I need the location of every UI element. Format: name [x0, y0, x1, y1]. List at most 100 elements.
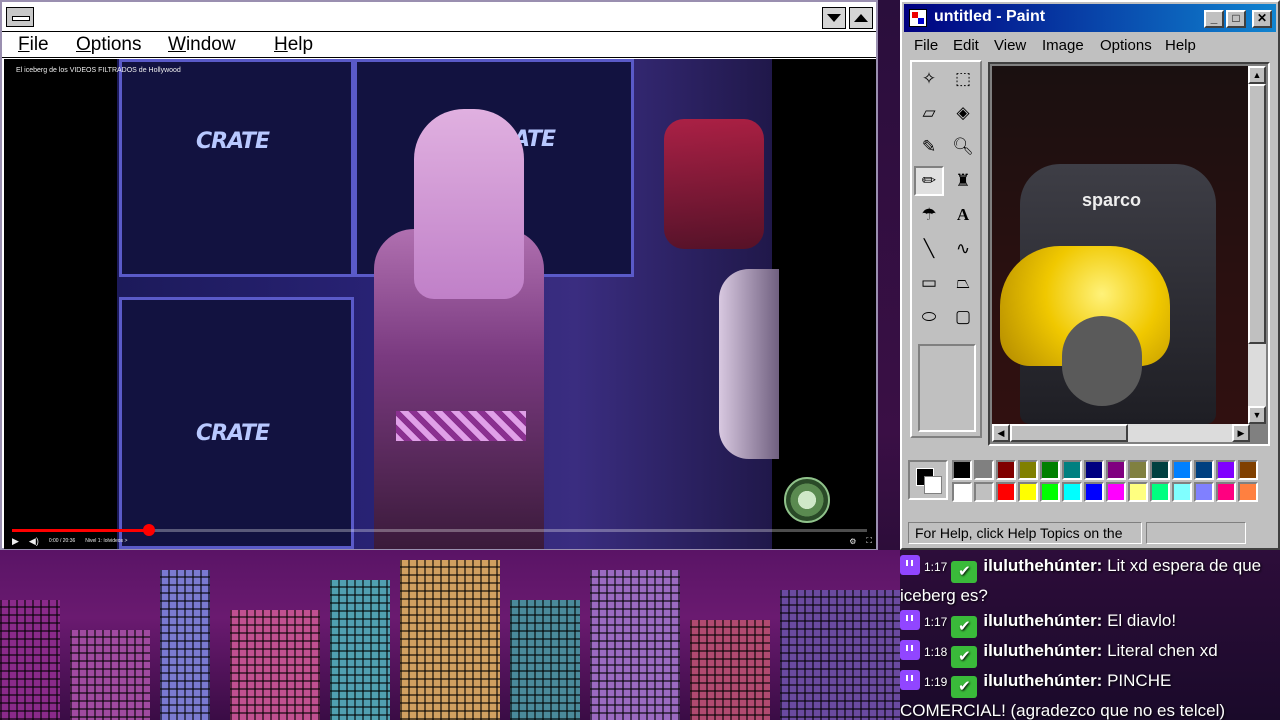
horizontal-scrollbar[interactable]: ◀ ▶	[992, 424, 1250, 442]
amp-cabinet	[119, 59, 354, 277]
pencil-icon[interactable]: ✏	[914, 166, 944, 196]
singer-belt	[396, 411, 526, 441]
paint-canvas[interactable]: sparco	[992, 66, 1250, 424]
color-swatch[interactable]	[1172, 482, 1192, 502]
paint-menu-edit[interactable]: Edit	[953, 37, 979, 54]
paint-menu-image[interactable]: Image	[1042, 37, 1084, 54]
color-swatch[interactable]	[1084, 460, 1104, 480]
chapter-label[interactable]: Nivel 1: íolvideos >	[85, 538, 127, 544]
color-swatch[interactable]	[974, 482, 994, 502]
chat-username[interactable]: iluluthehúnter:	[983, 641, 1102, 660]
color-swatch[interactable]	[1128, 482, 1148, 502]
system-menu-button[interactable]	[6, 7, 34, 27]
chat-timestamp: 1:17	[924, 560, 948, 574]
paint-toolbox: ✧ ⬚ ▱ ◈ ✎ 🔍︎ ✏ ♜ ☂ A ╲ ∿ ▭ ⏢ ⬭ ▢	[910, 60, 982, 438]
polygon-icon[interactable]: ⏢	[948, 268, 978, 298]
checkmark-badge-icon: ✔	[951, 646, 978, 668]
progress-bar[interactable]	[12, 524, 867, 536]
color-swatch[interactable]	[1216, 482, 1236, 502]
paint-menubar: File Edit View Image Options Help	[906, 35, 1274, 57]
time-display: 0:00 / 20:36	[48, 538, 76, 544]
rounded-rect-icon[interactable]: ▢	[948, 302, 978, 332]
chat-message: 1:17 ✔ iluluthehúnter: El diavlo!	[900, 608, 1280, 638]
status-coordinates	[1146, 522, 1246, 544]
stream-scene: File Options Window Help CRATE CRATE CRA…	[0, 0, 1280, 720]
color-swatch[interactable]	[952, 460, 972, 480]
chat-text: Literal chen xd	[1107, 641, 1218, 660]
chat-username[interactable]: iluluthehúnter:	[983, 556, 1102, 575]
play-icon[interactable]: ▶	[12, 536, 19, 547]
color-swatch[interactable]	[1018, 460, 1038, 480]
paint-close-button[interactable]: ✕	[1252, 10, 1272, 28]
color-swatch[interactable]	[1238, 460, 1258, 480]
color-swatch[interactable]	[1172, 460, 1192, 480]
channel-watermark-icon[interactable]	[784, 477, 830, 523]
maximize-icon	[854, 14, 868, 22]
amp-logo: CRATE	[196, 421, 270, 446]
chat-message: 1:18 ✔ iluluthehúnter: Literal chen xd	[900, 638, 1280, 668]
free-select-icon[interactable]: ✧	[914, 64, 944, 94]
settings-icon[interactable]: ⚙	[849, 537, 856, 546]
fill-bucket-icon[interactable]: ◈	[948, 98, 978, 128]
color-swatch[interactable]	[1062, 482, 1082, 502]
tool-options-box[interactable]	[918, 344, 976, 432]
paint-menu-help[interactable]: Help	[1165, 37, 1196, 54]
horizontal-scroll-thumb[interactable]	[1010, 424, 1128, 442]
paint-menu-options[interactable]: Options	[1100, 37, 1152, 54]
color-swatch[interactable]	[974, 460, 994, 480]
paint-menu-file[interactable]: File	[914, 37, 938, 54]
rectangle-icon[interactable]: ▭	[914, 268, 944, 298]
paint-menu-view[interactable]: View	[994, 37, 1026, 54]
color-swatch[interactable]	[1106, 460, 1126, 480]
color-swatch[interactable]	[1194, 482, 1214, 502]
canvas-area: sparco ▲ ▼ ◀ ▶	[988, 62, 1270, 446]
scroll-up-icon[interactable]: ▲	[1248, 66, 1266, 84]
color-swatch[interactable]	[1084, 482, 1104, 502]
background-color[interactable]	[924, 476, 942, 494]
color-swatch[interactable]	[1194, 460, 1214, 480]
color-swatch[interactable]	[1106, 482, 1126, 502]
magnifier-icon[interactable]: 🔍︎	[948, 132, 978, 162]
menu-options[interactable]: Options	[76, 34, 141, 56]
chat-message: 1:17 ✔ iluluthehúnter: Lit xd espera de qu…	[900, 553, 1280, 608]
curve-icon[interactable]: ∿	[948, 234, 978, 264]
paint-maximize-button[interactable]: □	[1226, 10, 1246, 28]
paint-minimize-button[interactable]: _	[1204, 10, 1224, 28]
color-swatch[interactable]	[1238, 482, 1258, 502]
color-swatch[interactable]	[1150, 460, 1170, 480]
airbrush-icon[interactable]: ☂	[914, 200, 944, 230]
color-swatch[interactable]	[1018, 482, 1038, 502]
maximize-button[interactable]	[849, 7, 873, 29]
menu-file[interactable]: File	[18, 34, 49, 56]
fullscreen-icon[interactable]: ⛶	[866, 536, 872, 546]
line-icon[interactable]: ╲	[914, 234, 944, 264]
color-picker-icon[interactable]: ✎	[914, 132, 944, 162]
eraser-icon[interactable]: ▱	[914, 98, 944, 128]
color-swatch[interactable]	[996, 482, 1016, 502]
color-swatch[interactable]	[1150, 482, 1170, 502]
text-tool-icon[interactable]: A	[948, 200, 978, 230]
vertical-scrollbar[interactable]: ▲ ▼	[1248, 66, 1266, 424]
volume-icon[interactable]: ◀)	[29, 536, 39, 547]
color-swatch[interactable]	[1216, 460, 1236, 480]
color-swatch[interactable]	[1040, 460, 1060, 480]
chat-username[interactable]: iluluthehúnter:	[983, 671, 1102, 690]
color-swatch[interactable]	[1128, 460, 1148, 480]
scroll-left-icon[interactable]: ◀	[992, 424, 1010, 442]
scroll-right-icon[interactable]: ▶	[1232, 424, 1250, 442]
color-swatch[interactable]	[952, 482, 972, 502]
menu-help[interactable]: Help	[274, 34, 313, 56]
paint-app-icon	[909, 9, 927, 27]
color-swatch[interactable]	[1040, 482, 1060, 502]
color-swatch[interactable]	[1062, 460, 1082, 480]
brush-icon[interactable]: ♜	[948, 166, 978, 196]
color-swatch[interactable]	[996, 460, 1016, 480]
minimize-button[interactable]	[822, 7, 846, 29]
vertical-scroll-thumb[interactable]	[1248, 84, 1266, 344]
menu-window[interactable]: Window	[168, 34, 236, 56]
scroll-down-icon[interactable]: ▼	[1248, 406, 1266, 424]
chat-username[interactable]: iluluthehúnter:	[983, 611, 1102, 630]
rect-select-icon[interactable]: ⬚	[948, 64, 978, 94]
ellipse-icon[interactable]: ⬭	[914, 302, 944, 332]
video-player[interactable]: CRATE CRATE CRATE El iceberg de los VIDE…	[4, 59, 876, 549]
